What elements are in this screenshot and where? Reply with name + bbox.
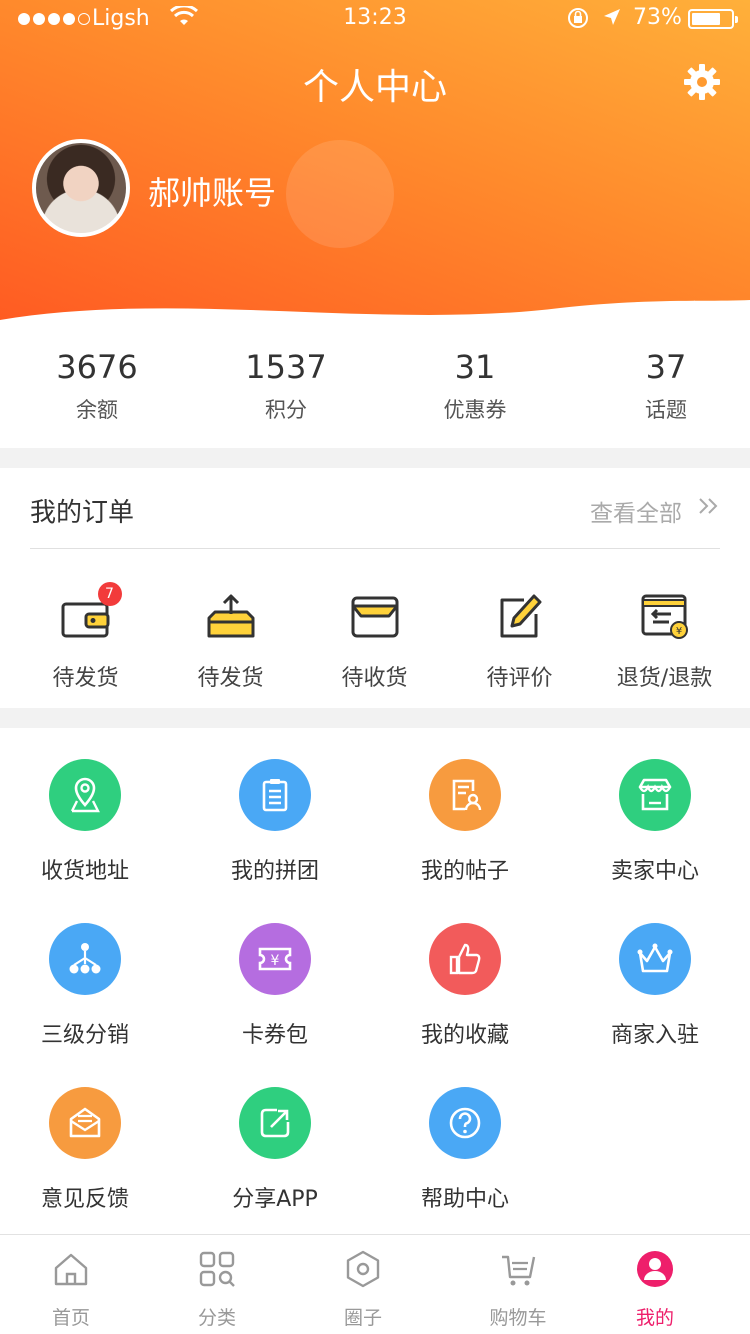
location-arrow-icon: [604, 9, 620, 25]
stat-topics[interactable]: 37 话题: [572, 348, 750, 424]
tab-home[interactable]: 首页: [0, 1249, 146, 1330]
username[interactable]: 郝帅账号: [148, 168, 276, 214]
stat-coupons[interactable]: 31 优惠券: [381, 348, 569, 424]
stat-value: 3676: [56, 348, 138, 386]
stat-value: 37: [645, 348, 687, 386]
double-chevron-right-icon[interactable]: [698, 497, 720, 515]
bottom-tab-bar: 首页 分类 圈子 购物车 我的: [0, 1234, 750, 1334]
tab-profile[interactable]: 我的: [580, 1249, 730, 1330]
help-icon: [449, 1107, 481, 1139]
store-icon: [638, 778, 672, 811]
service-label: 卖家中心: [610, 859, 699, 884]
service-coupons[interactable]: ¥ 卡券包: [180, 923, 370, 1049]
home-icon: [54, 1253, 88, 1286]
stat-points[interactable]: 1537 积分: [192, 348, 380, 424]
order-label: 待发货: [52, 666, 119, 691]
decorative-circle: [286, 140, 394, 248]
cart-icon: [502, 1255, 536, 1286]
avatar[interactable]: [32, 139, 130, 237]
order-label: 退货/退款: [616, 666, 713, 691]
order-label: 待发货: [197, 666, 264, 691]
tab-label: 我的: [635, 1307, 674, 1329]
profile-icon: [637, 1251, 673, 1287]
stat-balance[interactable]: 3676 余额: [3, 348, 191, 424]
tab-circle[interactable]: 圈子: [288, 1249, 438, 1330]
order-pending-ship-1[interactable]: 7 待发货: [13, 582, 158, 692]
tab-cart[interactable]: 购物车: [443, 1249, 593, 1330]
page-title: 个人中心: [302, 67, 447, 108]
tab-label: 分类: [197, 1307, 236, 1329]
service-posts[interactable]: 我的帖子: [370, 759, 560, 885]
service-label: 我的收藏: [420, 1023, 509, 1048]
tab-label: 首页: [51, 1307, 90, 1329]
order-label: 待收货: [341, 666, 408, 691]
service-label: 我的拼团: [230, 859, 319, 884]
my-orders-section: 我的订单 查看全部 7 待发货 待发货 待收货 待评价 ¥ 退货/退款: [0, 468, 750, 708]
svg-text:¥: ¥: [675, 626, 681, 637]
rotation-lock-icon: [568, 8, 588, 28]
svg-text:¥: ¥: [271, 953, 280, 969]
orders-title: 我的订单: [30, 498, 135, 528]
service-seller-center[interactable]: 卖家中心: [560, 759, 750, 885]
order-pending-receive[interactable]: 待收货: [302, 592, 447, 692]
service-distribution[interactable]: 三级分销: [0, 923, 180, 1049]
service-help-center[interactable]: 帮助中心: [370, 1087, 560, 1213]
service-address[interactable]: 收货地址: [0, 759, 180, 885]
feedback-mail-icon: [69, 1107, 101, 1138]
service-label: 意见反馈: [40, 1187, 129, 1212]
divider: [30, 548, 720, 549]
refund-icon: ¥: [641, 594, 688, 639]
box-upload-icon: [207, 594, 254, 638]
service-feedback[interactable]: 意见反馈: [0, 1087, 180, 1213]
service-label: 商家入驻: [610, 1023, 699, 1048]
status-bar: Ligsh 13:23 73%: [0, 0, 750, 40]
service-favorites[interactable]: 我的收藏: [370, 923, 560, 1049]
order-count-badge: 7: [97, 582, 122, 606]
service-label: 收货地址: [40, 859, 129, 884]
location-pin-icon: [70, 777, 100, 813]
service-label: 分享APP: [232, 1187, 318, 1212]
service-label: 我的帖子: [420, 859, 509, 884]
hexagon-icon: [346, 1250, 380, 1288]
order-label: 待评价: [486, 666, 553, 691]
crown-icon: [637, 943, 673, 973]
stat-label: 余额: [76, 398, 118, 422]
stat-label: 话题: [645, 398, 687, 422]
stat-value: 31: [454, 348, 496, 386]
inbox-icon: [351, 596, 398, 638]
tab-label: 圈子: [343, 1307, 382, 1329]
order-pending-ship-2[interactable]: 待发货: [158, 592, 303, 692]
battery-icon: [688, 9, 738, 29]
service-label: 三级分销: [40, 1023, 129, 1048]
coupon-icon: ¥: [258, 947, 292, 971]
tab-category[interactable]: 分类: [142, 1249, 292, 1330]
hierarchy-icon: [69, 943, 101, 974]
order-pending-review[interactable]: 待评价: [447, 592, 592, 692]
edit-icon: [500, 594, 541, 638]
post-user-icon: [452, 779, 482, 811]
category-icon: [199, 1251, 235, 1287]
service-merchant-join[interactable]: 商家入驻: [560, 923, 750, 1049]
gear-icon[interactable]: [682, 62, 722, 102]
battery-percentage: 73%: [633, 5, 682, 30]
order-refund[interactable]: ¥ 退货/退款: [592, 592, 737, 692]
stat-label: 优惠券: [443, 398, 507, 422]
share-icon: [260, 1108, 290, 1138]
profile-header: Ligsh 13:23 73% 个人中心 郝帅账号: [0, 0, 750, 330]
stat-value: 1537: [245, 348, 327, 386]
service-label: 帮助中心: [420, 1187, 509, 1212]
clipboard-icon: [262, 779, 288, 812]
tab-label: 购物车: [489, 1307, 547, 1329]
service-share-app[interactable]: 分享APP: [180, 1087, 370, 1213]
header-wave: [0, 300, 750, 330]
stat-label: 积分: [265, 398, 307, 422]
services-grid: 收货地址 我的拼团 我的帖子 卖家中心 三级分销 ¥ 卡券包 我的收藏 商家入驻…: [0, 728, 750, 1234]
service-label: 卡券包: [241, 1023, 308, 1048]
thumbs-up-icon: [449, 943, 481, 975]
view-all-orders-link[interactable]: 查看全部: [590, 494, 682, 528]
account-stats: 3676 余额 1537 积分 31 优惠券 37 话题: [0, 330, 750, 448]
service-group-buy[interactable]: 我的拼团: [180, 759, 370, 885]
